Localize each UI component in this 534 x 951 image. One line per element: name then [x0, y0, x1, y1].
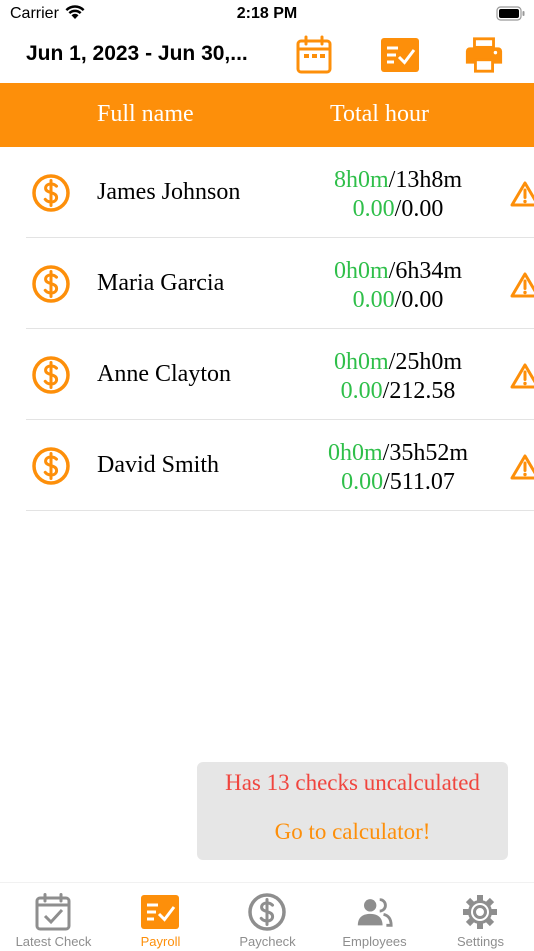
- hours-summary: 0h0m/6h34m 0.00/0.00: [333, 258, 462, 313]
- pay-total: 511.07: [389, 469, 455, 495]
- tab-paycheck[interactable]: Paycheck: [214, 883, 321, 951]
- warning-icon[interactable]: [510, 271, 534, 299]
- tab-icon-wrap: [140, 892, 180, 932]
- pay-done: 0.00: [340, 378, 383, 404]
- printer-icon: [465, 37, 503, 73]
- table-row[interactable]: Maria Garcia 0h0m/6h34m 0.00/0.00: [26, 238, 534, 329]
- people-icon: [357, 898, 393, 927]
- print-button[interactable]: [464, 34, 504, 76]
- tab-icon-wrap: [354, 892, 394, 932]
- tab-icon-wrap: [247, 892, 287, 932]
- pay-total: 212.58: [389, 378, 456, 404]
- hours-worked: 0h0m: [333, 349, 389, 375]
- calendar-check-icon: [35, 893, 71, 931]
- hours-worked: 0h0m: [333, 258, 389, 284]
- pay-done: 0.00: [352, 196, 395, 222]
- hours-worked: 0h0m: [327, 440, 383, 466]
- employee-name: James Johnson: [97, 179, 241, 205]
- go-to-calculator-link[interactable]: Go to calculator!: [197, 819, 508, 845]
- hours-summary: 8h0m/13h8m 0.00/0.00: [333, 167, 462, 222]
- date-range-label[interactable]: Jun 1, 2023 - Jun 30,...: [26, 42, 248, 66]
- calendar-button[interactable]: [294, 34, 334, 76]
- tab-payroll[interactable]: Payroll: [107, 883, 214, 951]
- calendar-icon: [296, 35, 332, 74]
- table-header: Full name Total hour: [0, 83, 534, 147]
- dollar-circle-icon: [248, 893, 286, 931]
- hours-total: 13h8m: [395, 167, 462, 193]
- gear-icon: [463, 895, 497, 929]
- hours-total: 35h52m: [389, 440, 468, 466]
- dollar-circle-icon: [32, 174, 70, 212]
- employee-name: David Smith: [97, 452, 220, 478]
- hours-total: 25h0m: [395, 349, 462, 375]
- hours-summary: 0h0m/35h52m 0.00/511.07: [327, 440, 468, 495]
- tab-label: Settings: [457, 934, 504, 949]
- pay-total: 0.00: [401, 287, 444, 313]
- hours-worked: 8h0m: [333, 167, 389, 193]
- clock: 2:18 PM: [236, 5, 298, 22]
- table-row[interactable]: James Johnson 8h0m/13h8m 0.00/0.00: [26, 147, 534, 238]
- hours-total: 6h34m: [395, 258, 462, 284]
- employee-name: Anne Clayton: [97, 361, 231, 387]
- tab-employees[interactable]: Employees: [321, 883, 428, 951]
- checklist-button[interactable]: [380, 34, 420, 76]
- tab-label: Paycheck: [239, 934, 296, 949]
- employee-name: Maria Garcia: [97, 270, 225, 296]
- battery-icon: [496, 6, 525, 21]
- tab-latest-check[interactable]: Latest Check: [0, 883, 107, 951]
- warning-icon[interactable]: [510, 362, 534, 390]
- dollar-circle-icon: [32, 356, 70, 394]
- warning-icon[interactable]: [510, 180, 534, 208]
- column-header-full-name: Full name: [97, 101, 194, 127]
- tab-label: Employees: [342, 934, 407, 949]
- warning-icon[interactable]: [510, 453, 534, 481]
- top-bar: Jun 1, 2023 - Jun 30,...: [0, 30, 534, 82]
- payroll-icon: [141, 895, 179, 929]
- tab-label: Latest Check: [15, 934, 92, 949]
- uncalculated-notice: Has 13 checks uncalculated Go to calcula…: [197, 762, 508, 860]
- pay-done: 0.00: [341, 469, 384, 495]
- checklist-icon: [381, 38, 419, 72]
- pay-total: 0.00: [401, 196, 444, 222]
- dollar-circle-icon: [32, 447, 70, 485]
- tab-icon-wrap: [460, 892, 500, 932]
- uncalculated-message: Has 13 checks uncalculated: [225, 770, 480, 795]
- tab-bar: Latest Check Payroll Paycheck Employees …: [0, 882, 534, 951]
- tab-settings[interactable]: Settings: [427, 883, 534, 951]
- pay-done: 0.00: [352, 287, 395, 313]
- tab-label: Payroll: [140, 934, 181, 949]
- table-row[interactable]: David Smith 0h0m/35h52m 0.00/511.07: [26, 420, 534, 511]
- tab-icon-wrap: [33, 892, 73, 932]
- hours-summary: 0h0m/25h0m 0.00/212.58: [333, 349, 462, 404]
- dollar-circle-icon: [32, 265, 70, 303]
- column-header-total-hour: Total hour: [330, 101, 429, 127]
- status-bar: Carrier 2:18 PM: [0, 0, 534, 30]
- table-row[interactable]: Anne Clayton 0h0m/25h0m 0.00/212.58: [26, 329, 534, 420]
- employee-list: James Johnson 8h0m/13h8m 0.00/0.00 Maria…: [0, 147, 534, 511]
